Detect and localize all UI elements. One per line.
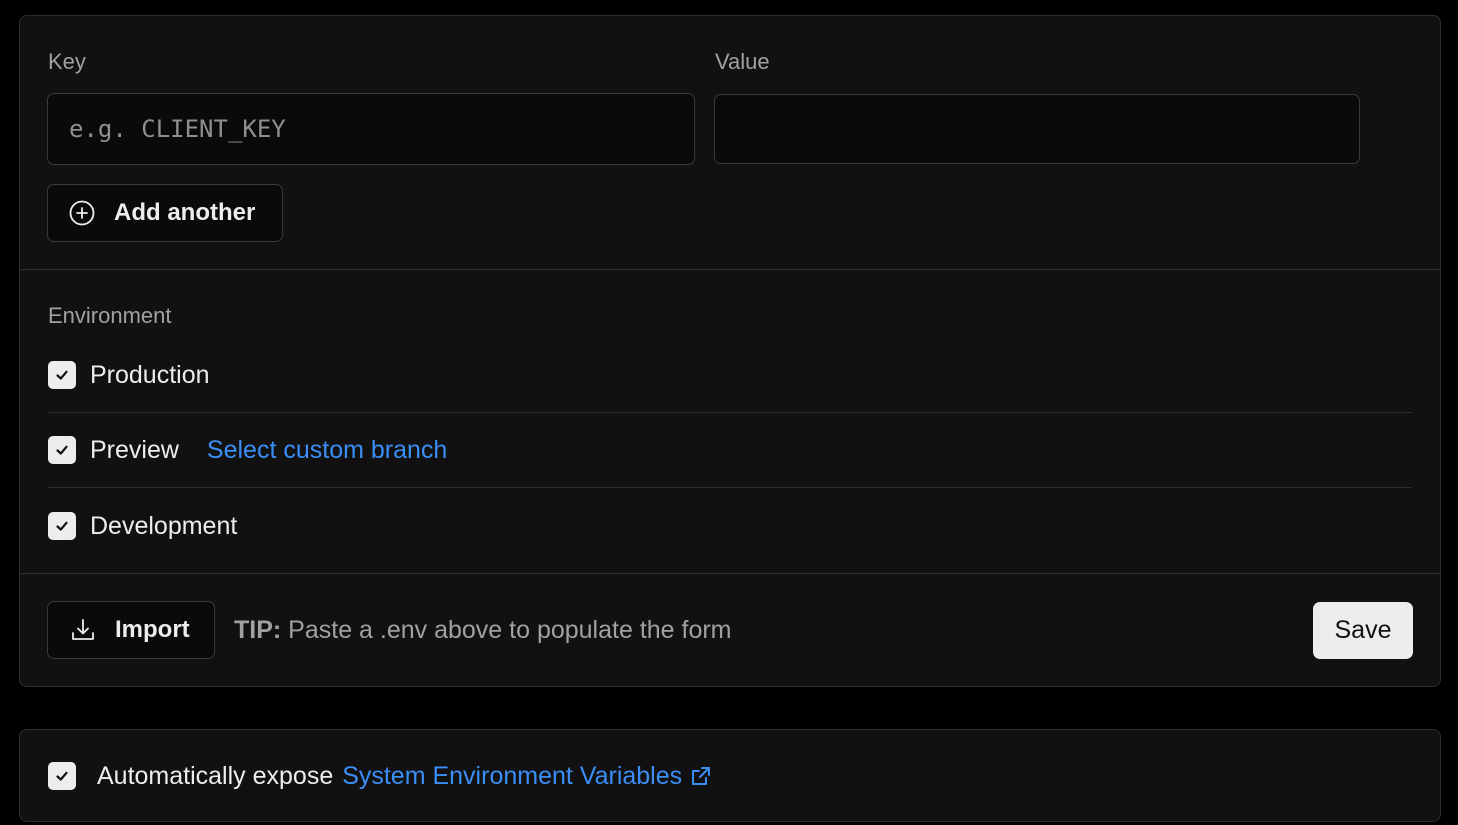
download-icon xyxy=(72,619,94,640)
env-option-production[interactable]: Production xyxy=(48,359,210,391)
import-label: Import xyxy=(115,616,190,643)
external-link-icon xyxy=(692,766,711,785)
expose-checkbox[interactable] xyxy=(48,762,76,790)
system-env-vars-link[interactable]: System Environment Variables xyxy=(342,762,712,790)
env-option-development[interactable]: Development xyxy=(48,510,237,542)
tip-body: Paste a .env above to populate the form xyxy=(281,616,732,644)
add-another-button[interactable]: Add another xyxy=(47,184,283,242)
expose-text: Automatically expose xyxy=(97,761,341,790)
check-icon xyxy=(56,370,68,380)
expose-label: Automatically expose System Environment … xyxy=(97,762,712,791)
import-button[interactable]: Import xyxy=(47,601,215,659)
value-input[interactable] xyxy=(714,94,1360,164)
plus-circle-icon xyxy=(69,200,95,226)
env-var-form-card: Key Value Add another Environment Produc… xyxy=(19,15,1441,687)
key-label: Key xyxy=(48,49,86,74)
check-icon xyxy=(56,771,68,781)
env-option-preview[interactable]: Preview Select custom branch xyxy=(48,434,447,466)
preview-checkbox[interactable] xyxy=(48,436,76,464)
preview-label: Preview xyxy=(90,435,179,464)
value-label: Value xyxy=(715,49,770,74)
development-label: Development xyxy=(90,511,238,540)
expose-system-vars-card: Automatically expose System Environment … xyxy=(19,729,1441,822)
production-label: Production xyxy=(90,360,210,389)
section-divider xyxy=(20,269,1440,270)
save-button[interactable]: Save xyxy=(1313,602,1413,659)
row-divider xyxy=(48,487,1412,488)
system-env-vars-link-text: System Environment Variables xyxy=(342,761,683,790)
key-input[interactable] xyxy=(47,93,695,165)
tip-text: TIP: Paste a .env above to populate the … xyxy=(234,616,732,645)
add-another-label: Add another xyxy=(114,199,256,226)
development-checkbox[interactable] xyxy=(48,512,76,540)
expose-system-vars-row: Automatically expose System Environment … xyxy=(48,760,712,792)
check-icon xyxy=(56,445,68,455)
row-divider xyxy=(48,412,1412,413)
environment-label: Environment xyxy=(48,303,172,328)
production-checkbox[interactable] xyxy=(48,361,76,389)
select-custom-branch-link[interactable]: Select custom branch xyxy=(207,436,447,465)
check-icon xyxy=(56,521,68,531)
section-divider xyxy=(20,573,1440,574)
tip-prefix: TIP: xyxy=(234,616,282,644)
